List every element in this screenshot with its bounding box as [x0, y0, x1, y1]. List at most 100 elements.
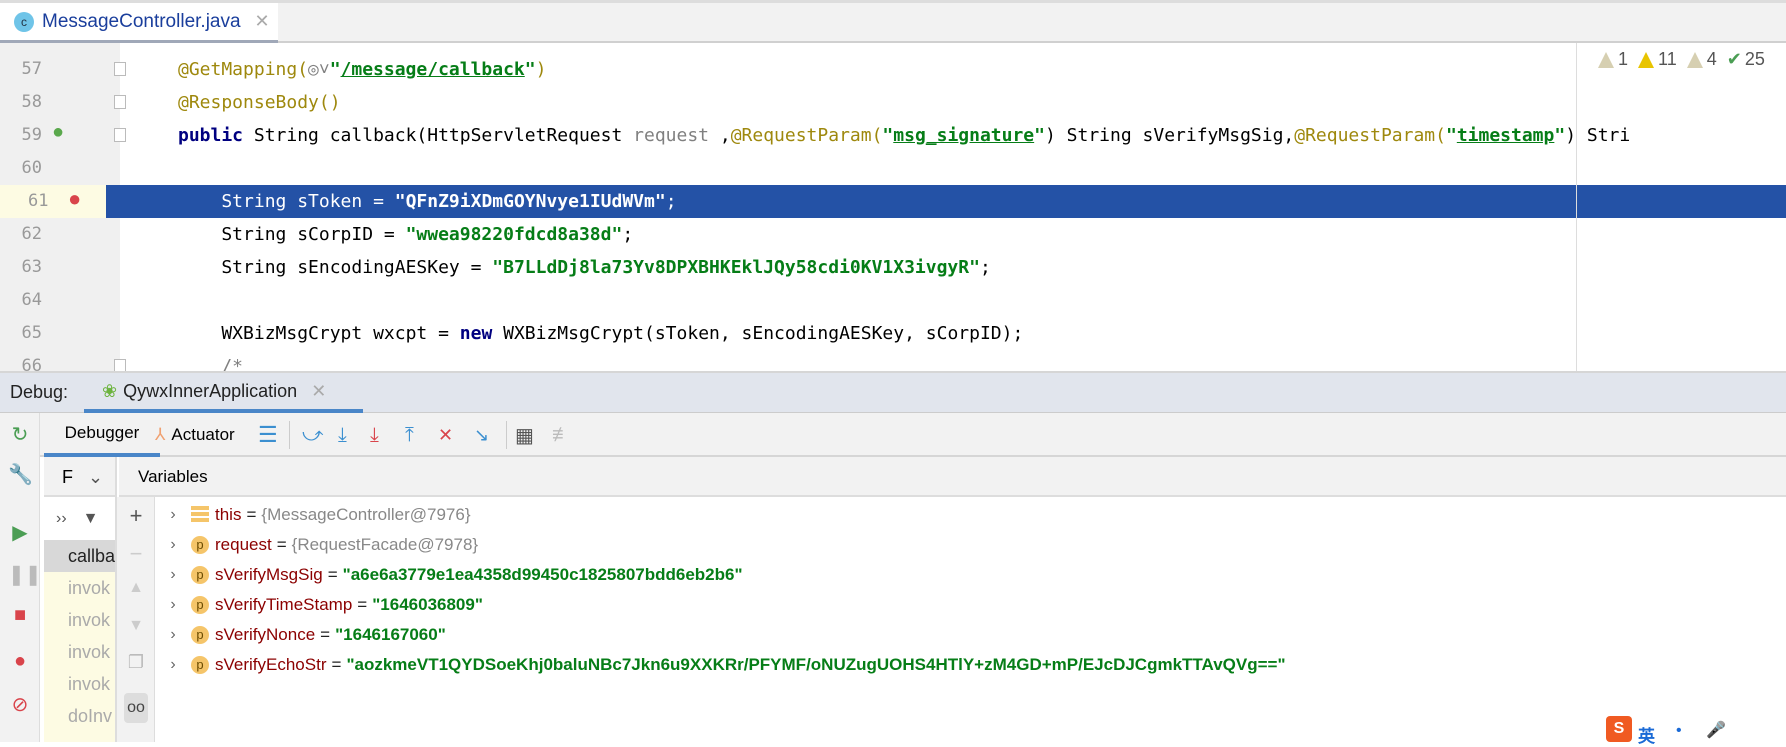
variable-row[interactable]: › this = {MessageController@7976} [155, 500, 471, 530]
code-line[interactable]: 66 /* [0, 350, 1786, 371]
code-line[interactable]: 60 [0, 152, 1786, 185]
debugger-tab[interactable]: Debugger [44, 413, 160, 457]
variable-row[interactable]: › p request = {RequestFacade@7978} [155, 530, 478, 560]
endpoint-icon[interactable]: ● [52, 121, 64, 144]
stack-frame[interactable]: invok [44, 572, 115, 604]
chevron-down-icon[interactable]: ⌄ [88, 467, 103, 487]
line-number[interactable]: 57 [0, 53, 48, 86]
show-watches-icon[interactable]: oo [124, 693, 148, 723]
code-line[interactable]: 62 String sCorpID = "wwea98220fdcd8a38d"… [0, 218, 1786, 251]
copy-icon[interactable]: ❐ [124, 652, 148, 673]
code-line[interactable]: 63 String sEncodingAESKey = "B7LLdDj8la7… [0, 251, 1786, 284]
line-number[interactable]: 61 [0, 185, 106, 218]
equals-sign: = [276, 535, 287, 554]
fold-marker-icon[interactable] [114, 128, 126, 142]
code-token: "QFnZ9iXDmGOYNvye1IUdWVm" [394, 191, 666, 212]
layout-icon[interactable]: ☰ [258, 421, 278, 449]
code-token: " [1445, 125, 1457, 146]
line-number[interactable]: 65 [0, 317, 48, 350]
tab-message-controller[interactable]: c MessageController.java ✕ [0, 3, 278, 44]
mute-breakpoints-icon[interactable]: ⊘ [8, 693, 32, 717]
resume-icon[interactable]: ▶ [8, 521, 32, 545]
frames-list[interactable]: ›› ▼ callba invok invok invok invok doInv [44, 497, 117, 742]
frames-header[interactable]: F ⌄ [44, 457, 117, 497]
wrench-icon[interactable]: 🔧 [8, 463, 33, 487]
parameter-icon: p [191, 566, 209, 584]
expand-chevron-icon[interactable]: › [155, 566, 191, 584]
variable-row[interactable]: › p sVerifyEchoStr = "aozkmeVT1QYDSoeKhj0bal… [155, 650, 1286, 680]
line-number[interactable]: 60 [0, 152, 48, 185]
code-editor[interactable]: 57 @GetMapping(◎˅"/message/callback") 58 @R… [0, 43, 1786, 373]
close-icon[interactable]: ✕ [311, 381, 326, 402]
variable-row[interactable]: › p sVerifyMsgSig = "a6e6a3779e1ea4358d99450… [155, 560, 743, 590]
code-line[interactable]: 57 @GetMapping(◎˅"/message/callback") [0, 53, 1786, 86]
step-out-icon[interactable]: ⤒ [405, 421, 414, 449]
move-down-icon[interactable]: ▼ [124, 617, 148, 635]
line-number[interactable]: 62 [0, 218, 48, 251]
code-token: msg_signature [893, 125, 1035, 146]
step-into-icon[interactable]: ⤓ [370, 421, 379, 449]
view-breakpoints-icon[interactable]: ● [8, 649, 32, 673]
line-number[interactable]: 63 [0, 251, 48, 284]
remove-watch-icon[interactable]: − [124, 541, 148, 567]
trace-icon[interactable]: ≢ [552, 421, 572, 449]
stack-frame[interactable]: invok [44, 636, 115, 668]
expand-chevron-icon[interactable]: › [155, 656, 191, 674]
stack-frame[interactable]: doInv [44, 700, 115, 732]
more-icon[interactable]: ›› [56, 510, 67, 528]
inspection-warning-icon[interactable]: 11 [1638, 49, 1677, 70]
stop-icon[interactable]: ■ [8, 603, 32, 627]
code-line[interactable]: 64 [0, 284, 1786, 317]
breakpoint-icon[interactable]: ● [68, 186, 81, 212]
code-line[interactable]: 61 String sToken = "QFnZ9iXDmGOYNvye1IUd… [0, 185, 1786, 218]
code-token: " [1554, 125, 1566, 146]
code-line[interactable]: 59 public String callback(HttpServletRequ… [0, 119, 1786, 152]
variable-row[interactable]: › p sVerifyTimeStamp = "1646036809" [155, 590, 483, 620]
frames-filter-row[interactable]: ›› ▼ [44, 497, 115, 540]
rerun-icon[interactable]: ↻ [8, 423, 32, 447]
debug-session-tab[interactable]: ❀ QywxInnerApplication ✕ [84, 373, 363, 413]
line-number[interactable]: 59 [0, 119, 48, 152]
variables-tree[interactable]: › this = {MessageController@7976} › p request =… [155, 497, 1786, 742]
divider [506, 421, 507, 449]
sogou-logo-icon: S [1606, 716, 1632, 742]
line-number[interactable]: 64 [0, 284, 48, 317]
punctuation-icon[interactable]: • [1676, 722, 1682, 740]
close-icon[interactable]: ✕ [255, 11, 270, 32]
divider [289, 421, 290, 449]
expand-chevron-icon[interactable]: › [155, 536, 191, 554]
fold-marker-icon[interactable] [114, 359, 126, 371]
expand-chevron-icon[interactable]: › [155, 506, 191, 524]
variable-row[interactable]: › p sVerifyNonce = "1646167060" [155, 620, 446, 650]
inspection-widget[interactable]: 1 11 4 ✔ 25 [1598, 49, 1765, 70]
step-over-icon[interactable]: ⤓ [338, 421, 347, 449]
fold-marker-icon[interactable] [114, 62, 126, 76]
microphone-icon[interactable]: 🎤 [1706, 720, 1726, 740]
move-up-icon[interactable]: ▲ [124, 579, 148, 597]
actuator-tab[interactable]: ⅄ Actuator [155, 421, 235, 449]
expand-chevron-icon[interactable]: › [155, 596, 191, 614]
stack-frame[interactable]: invok [44, 668, 115, 700]
ime-toolbar[interactable]: S 英 • 🎤 [1606, 712, 1786, 746]
add-watch-icon[interactable]: + [124, 503, 148, 529]
code-line[interactable]: 65 WXBizMsgCrypt wxcpt = new WXBizMsgCry… [0, 317, 1786, 350]
pause-icon[interactable]: ❚❚ [8, 563, 42, 587]
line-number[interactable]: 66 [0, 350, 48, 371]
drop-frame-icon[interactable]: ✕ [438, 421, 453, 449]
evaluate-expression-icon[interactable]: ▦ [515, 421, 534, 449]
run-to-cursor-icon[interactable]: ↘ [474, 421, 489, 449]
show-execution-point-icon[interactable]: ⤻ [302, 421, 323, 449]
inspection-weak-warning-icon[interactable]: 1 [1598, 49, 1628, 70]
stack-frame[interactable]: invok [44, 604, 115, 636]
line-number[interactable]: 58 [0, 86, 48, 119]
code-token: public [178, 125, 254, 146]
code-line[interactable]: 58 @ResponseBody() [0, 86, 1786, 119]
fold-marker-icon[interactable] [114, 95, 126, 109]
inspection-weak-warning-icon[interactable]: 4 [1686, 49, 1717, 70]
code-token: " [882, 125, 894, 146]
ime-mode[interactable]: 英 [1638, 722, 1655, 747]
stack-frame[interactable]: callba [44, 540, 115, 572]
expand-chevron-icon[interactable]: › [155, 626, 191, 644]
dropdown-icon[interactable]: ▼ [83, 510, 99, 528]
inspection-typo-check-icon[interactable]: ✔ 25 [1727, 49, 1765, 70]
